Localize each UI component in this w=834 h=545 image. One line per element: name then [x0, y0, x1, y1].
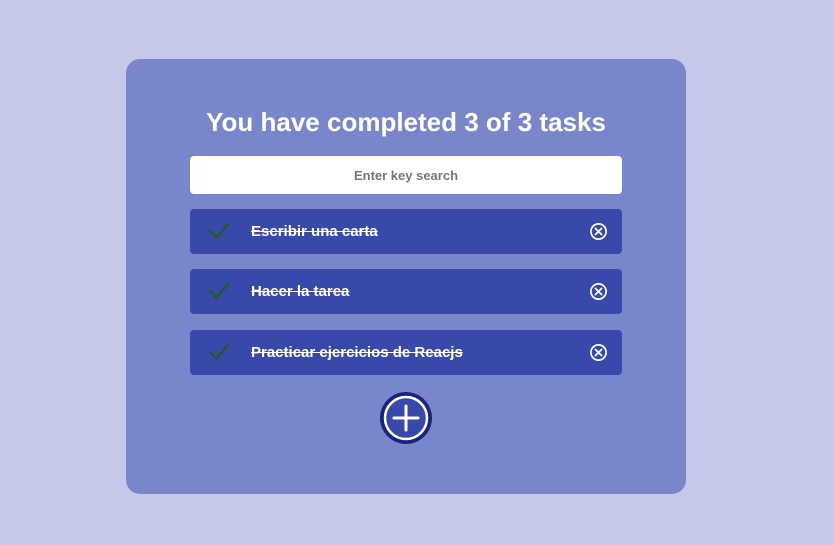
search-input[interactable] [190, 156, 622, 194]
todo-text: Escribir una carta [251, 223, 378, 240]
close-circle-icon[interactable] [589, 282, 608, 301]
todo-item: Escribir una carta [190, 209, 622, 254]
todo-item: Practicar ejercicios de Reacjs [190, 330, 622, 375]
todo-text: Hacer la tarea [251, 283, 350, 300]
check-icon[interactable] [208, 341, 230, 363]
close-circle-icon[interactable] [589, 222, 608, 241]
close-circle-icon[interactable] [589, 343, 608, 362]
check-icon[interactable] [208, 220, 230, 242]
check-icon[interactable] [208, 280, 230, 302]
page-title: You have completed 3 of 3 tasks [206, 107, 606, 137]
todo-text: Practicar ejercicios de Reacjs [251, 344, 463, 361]
todo-item: Hacer la tarea [190, 269, 622, 314]
add-task-button[interactable] [378, 390, 434, 446]
